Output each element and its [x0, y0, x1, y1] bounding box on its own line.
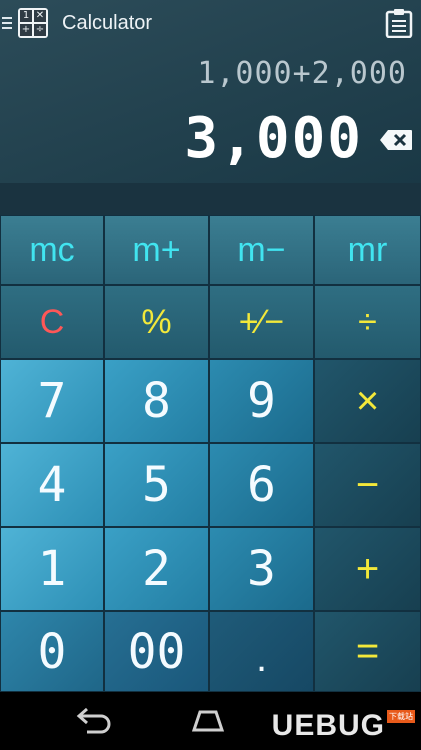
digit-9-button[interactable]: 9: [209, 359, 314, 443]
logo-glyph-one: 1: [20, 10, 32, 22]
backspace-icon[interactable]: [379, 129, 413, 151]
back-arrow-icon[interactable]: [73, 706, 113, 734]
display-divider: [0, 183, 421, 215]
m-plus-button[interactable]: m+: [104, 215, 209, 285]
mc-button[interactable]: mc: [0, 215, 104, 285]
digit-0-button[interactable]: 0: [0, 611, 104, 692]
minus-button[interactable]: −: [314, 443, 421, 527]
logo-glyph-divide: ÷: [34, 24, 46, 36]
expression-text: 1,000+2,000: [197, 56, 407, 91]
equals-button[interactable]: =: [314, 611, 421, 692]
calculator-screen: 1 ✕ + ÷ Calculator 1,000+2,000 3,000 mc …: [0, 0, 421, 750]
digit-7-button[interactable]: 7: [0, 359, 104, 443]
clear-button[interactable]: C: [0, 285, 104, 359]
calculator-display: 1,000+2,000 3,000: [0, 46, 421, 183]
logo-glyph-plus: +: [20, 24, 32, 36]
plus-button[interactable]: +: [314, 527, 421, 611]
digit-5-button[interactable]: 5: [104, 443, 209, 527]
watermark-text: UEBUG: [271, 709, 385, 742]
keypad: mc m+ m− mr C % +∕− ÷ 7 8 9 × 4 5 6 − 1 …: [0, 215, 421, 692]
watermark: UEBUG 下载站: [265, 706, 415, 746]
digit-4-button[interactable]: 4: [0, 443, 104, 527]
plus-minus-button[interactable]: +∕−: [209, 285, 314, 359]
home-icon[interactable]: [188, 706, 228, 734]
digit-6-button[interactable]: 6: [209, 443, 314, 527]
digit-3-button[interactable]: 3: [209, 527, 314, 611]
digit-8-button[interactable]: 8: [104, 359, 209, 443]
app-bar: 1 ✕ + ÷ Calculator: [0, 0, 421, 46]
percent-button[interactable]: %: [104, 285, 209, 359]
multiply-button[interactable]: ×: [314, 359, 421, 443]
double-zero-button[interactable]: 00: [104, 611, 209, 692]
decimal-button[interactable]: .: [209, 611, 314, 692]
watermark-badge: 下载站: [387, 710, 415, 723]
m-minus-button[interactable]: m−: [209, 215, 314, 285]
logo-glyph-times: ✕: [34, 10, 46, 22]
mr-button[interactable]: mr: [314, 215, 421, 285]
clipboard-icon[interactable]: [385, 8, 413, 38]
app-logo: 1 ✕ + ÷: [18, 8, 48, 38]
result-text: 3,000: [184, 106, 363, 171]
digit-2-button[interactable]: 2: [104, 527, 209, 611]
app-title: Calculator: [62, 11, 153, 34]
digit-1-button[interactable]: 1: [0, 527, 104, 611]
hamburger-icon[interactable]: [2, 17, 12, 29]
divide-button[interactable]: ÷: [314, 285, 421, 359]
